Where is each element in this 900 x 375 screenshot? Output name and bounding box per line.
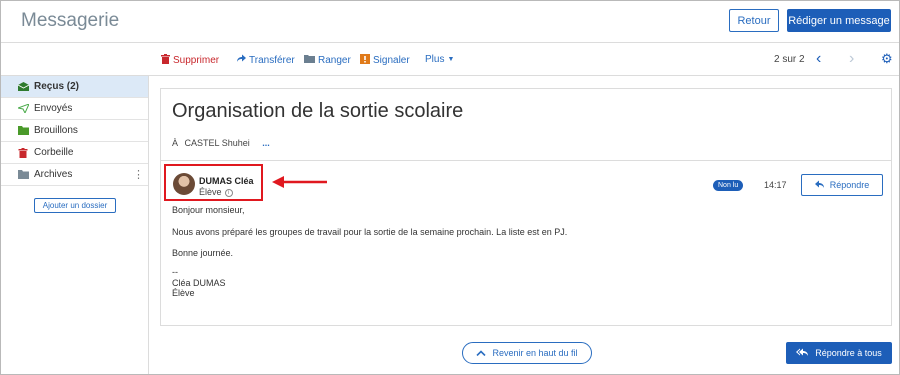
compose-button[interactable]: Rédiger un message (787, 9, 891, 32)
sidebar-item-trash[interactable]: Corbeille (1, 142, 148, 164)
chevron-right-icon[interactable]: › (849, 50, 854, 68)
gear-icon[interactable]: ⚙ (881, 51, 893, 67)
kebab-menu-icon[interactable]: ⋮ (133, 168, 144, 181)
message-time: 14:17 (764, 180, 787, 190)
message-body-line: Cléa DUMAS (172, 278, 226, 288)
message-subject: Organisation de la sortie scolaire (172, 100, 464, 122)
sidebar-item-inbox[interactable]: Reçus (2) (1, 76, 148, 98)
reply-all-button[interactable]: Répondre à tous (786, 342, 892, 364)
archive-label: Ranger (318, 54, 351, 66)
forward-label: Transférer (249, 54, 295, 66)
sidebar-item-label: Corbeille (34, 147, 74, 158)
back-button[interactable]: Retour (729, 9, 779, 32)
message-card: DUMAS Cléa Élève i Non lu 14:17 Répondre … (160, 160, 892, 326)
folder-icon (18, 126, 29, 135)
sender-highlight-box (164, 164, 263, 201)
annotation-arrow-icon (272, 176, 327, 188)
sidebar-item-sent[interactable]: Envoyés (1, 98, 148, 120)
to-label: À (172, 138, 179, 148)
trash-icon (18, 148, 29, 158)
more-recipients-button[interactable]: ... (262, 138, 270, 148)
app-header: Messagerie Retour Rédiger un message (1, 1, 899, 43)
message-body-line: Bonne journée. (172, 248, 234, 258)
unread-badge: Non lu (713, 180, 744, 191)
delete-label: Supprimer (173, 55, 220, 66)
reply-all-label: Répondre à tous (815, 348, 882, 358)
send-icon (16, 103, 30, 115)
recipient-name: CASTEL Shuhei (184, 138, 250, 148)
sidebar-item-archives[interactable]: Archives ⋮ (1, 164, 148, 186)
message-body-line: Élève (172, 288, 195, 298)
reply-all-icon (796, 348, 809, 358)
message-toolbar: Supprimer Transférer Ranger Signaler Plu… (1, 44, 899, 76)
caret-down-icon: ▼ (447, 56, 455, 63)
reply-label: Répondre (829, 180, 870, 190)
app-title: Messagerie (21, 10, 120, 31)
archive-button[interactable]: Ranger (304, 54, 351, 66)
sidebar-item-label: Reçus (2) (34, 81, 80, 92)
sidebar-item-label: Brouillons (34, 125, 78, 136)
report-button[interactable]: Signaler (360, 54, 410, 67)
report-icon (360, 54, 370, 67)
add-folder-button[interactable]: Ajouter un dossier (34, 198, 116, 213)
chevron-up-icon (476, 348, 487, 358)
folder-sidebar: Reçus (2) Envoyés Brouillons Corbeille A… (1, 76, 149, 374)
forward-icon (236, 54, 246, 66)
message-body-line: Bonjour monsieur, (172, 205, 245, 215)
message-body-line: Nous avons préparé les groupes de travai… (172, 227, 568, 237)
more-label: Plus (425, 54, 445, 65)
back-to-top-button[interactable]: Revenir en haut du fil (462, 342, 592, 364)
trash-icon (161, 54, 170, 67)
sidebar-item-drafts[interactable]: Brouillons (1, 120, 148, 142)
sidebar-item-label: Envoyés (34, 103, 73, 114)
reply-button[interactable]: Répondre (801, 174, 883, 196)
report-label: Signaler (373, 55, 410, 66)
folder-icon (18, 170, 29, 179)
reply-icon (814, 180, 825, 190)
back-to-top-label: Revenir en haut du fil (492, 348, 578, 358)
delete-button[interactable]: Supprimer (161, 54, 219, 67)
sidebar-item-label: Archives (34, 169, 73, 180)
inbox-icon (17, 82, 30, 91)
thread-header: Organisation de la sortie scolaire À CAS… (160, 88, 892, 160)
pager-label: 2 sur 2 (774, 54, 805, 65)
more-menu[interactable]: Plus ▼ (425, 54, 454, 65)
chevron-left-icon[interactable]: ‹ (816, 50, 821, 68)
message-body-line: -- (172, 267, 178, 277)
folder-icon (304, 54, 315, 66)
forward-button[interactable]: Transférer (236, 54, 295, 66)
recipients-line: À CASTEL Shuhei ... (172, 138, 270, 148)
